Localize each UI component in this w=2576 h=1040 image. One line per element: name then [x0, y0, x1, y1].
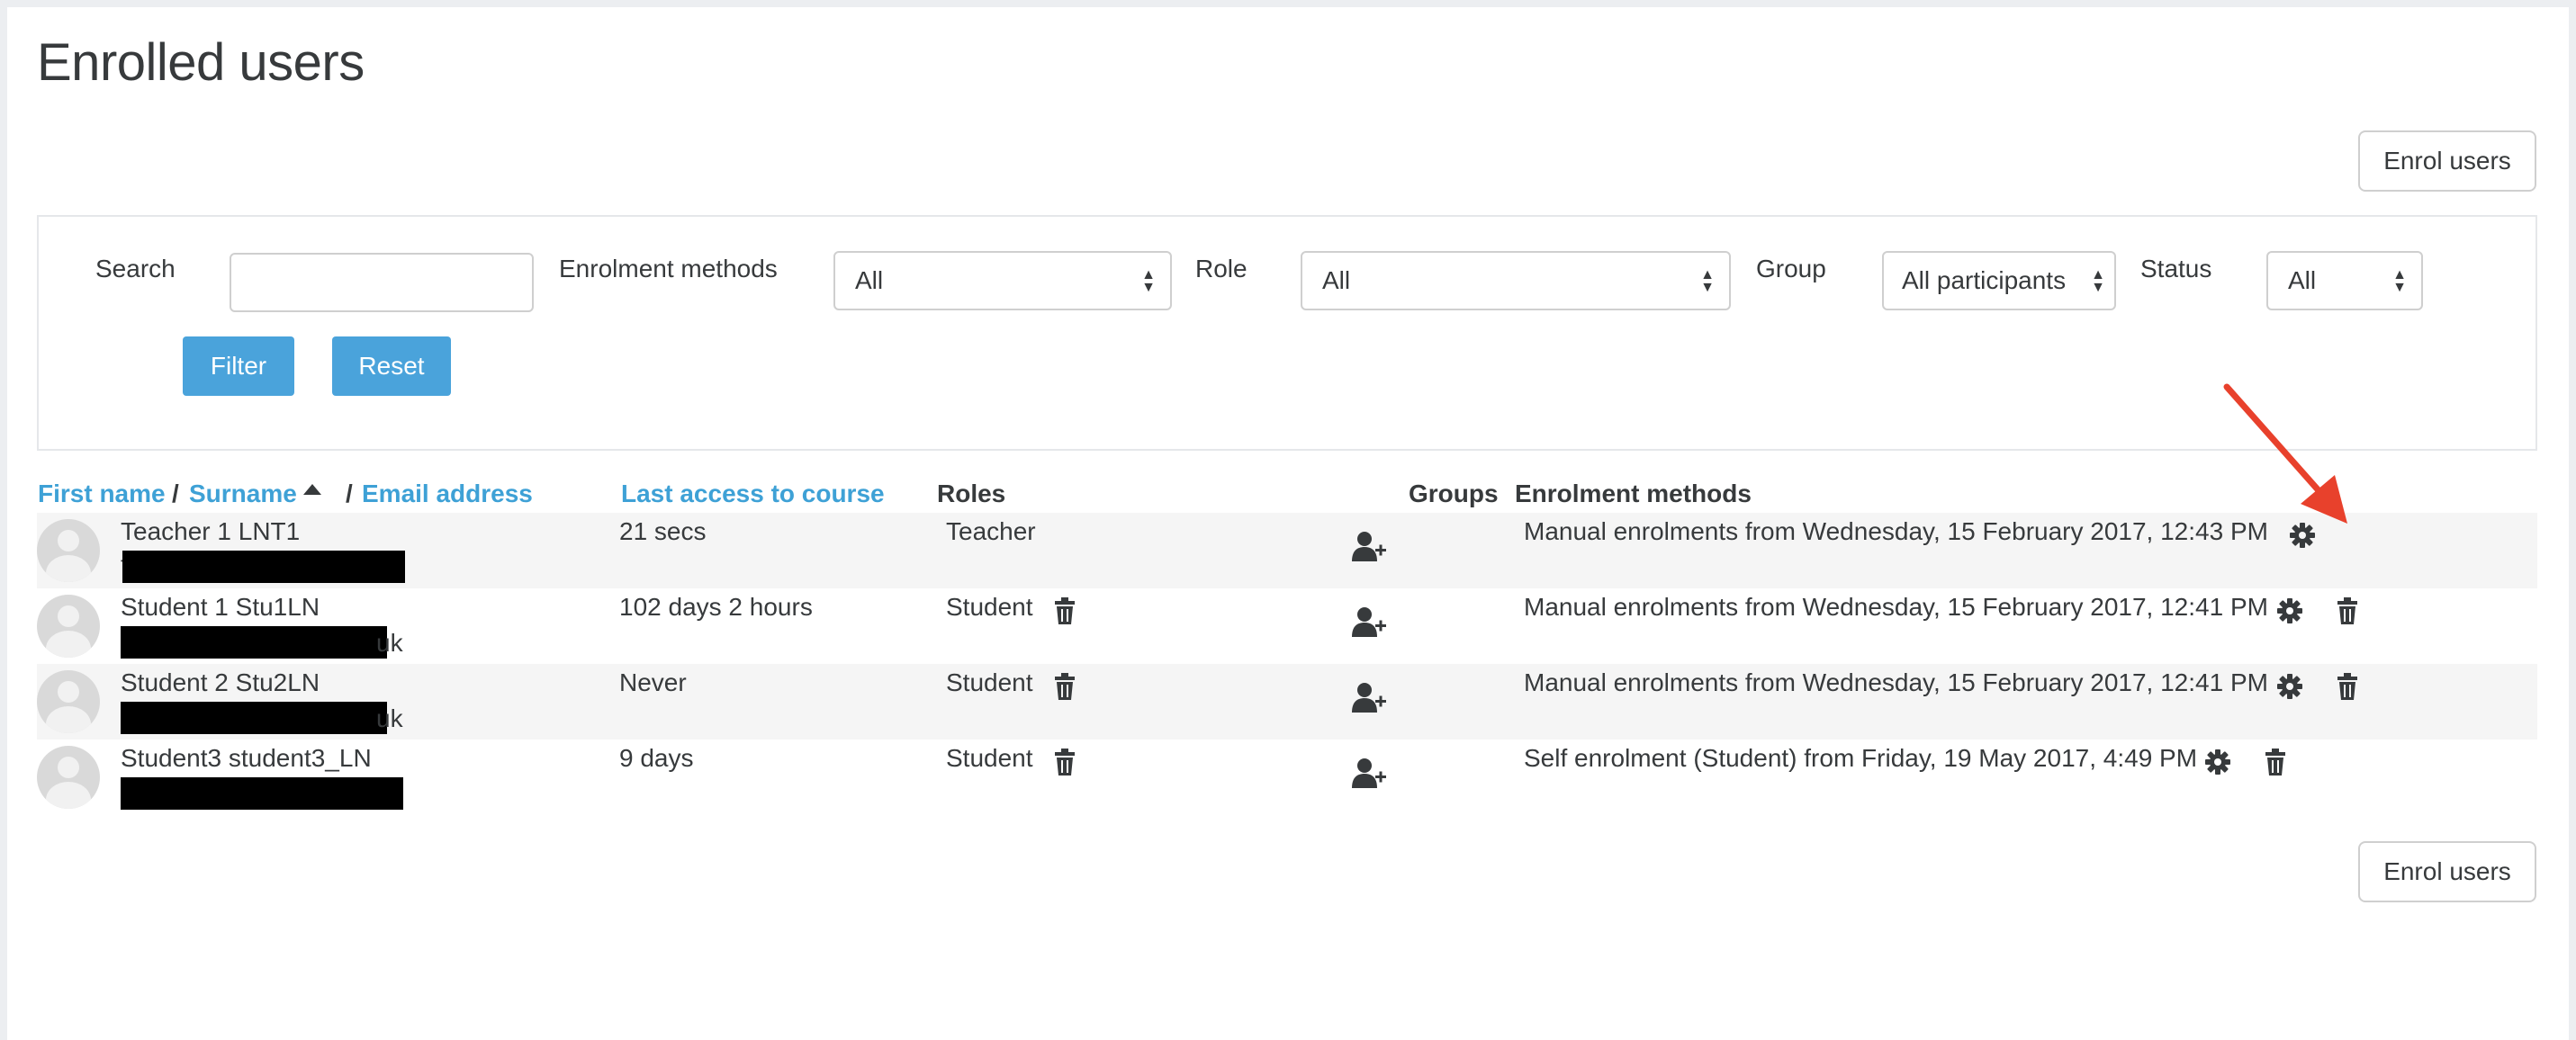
header-first-name[interactable]: First name — [38, 480, 166, 508]
trash-icon[interactable] — [1054, 597, 1076, 624]
user-role: Student — [946, 744, 1033, 772]
enrolment-method: Manual enrolments from Wednesday, 15 Feb… — [1524, 593, 2268, 621]
redacted-email — [121, 626, 387, 659]
gear-icon[interactable] — [2276, 673, 2303, 700]
add-user-icon[interactable] — [1352, 682, 1386, 713]
user-name[interactable]: Student3 student3_LN — [121, 744, 372, 773]
header-separator: / — [172, 480, 179, 507]
user-email-fragment: uk — [376, 629, 403, 657]
status-select-value: All — [2288, 266, 2317, 294]
sort-ascending-icon — [303, 484, 321, 495]
enrol-users-button-bottom[interactable]: Enrol users — [2358, 841, 2536, 902]
redacted-email — [121, 702, 387, 734]
enrolment-method: Self enrolment (Student) from Friday, 19… — [1524, 744, 2198, 772]
add-user-icon[interactable] — [1352, 606, 1386, 637]
table-row: Student 1 Stu1LN uk 102 days 2 hours Stu… — [37, 588, 2537, 664]
header-email-address[interactable]: Email address — [362, 480, 533, 508]
enrol-users-button-top[interactable]: Enrol users — [2358, 130, 2536, 192]
window-frame-right — [2569, 0, 2576, 1040]
annotation-arrow-icon — [2223, 383, 2347, 524]
gear-icon[interactable] — [2276, 597, 2303, 624]
trash-icon[interactable] — [2337, 673, 2358, 700]
last-access: 102 days 2 hours — [619, 593, 813, 621]
group-select[interactable]: All participants ▲ ▼ — [1882, 251, 2116, 310]
enrolment-method: Manual enrolments from Wednesday, 15 Feb… — [1524, 668, 2268, 696]
group-label: Group — [1756, 255, 1826, 282]
select-arrows-icon: ▲ ▼ — [2091, 267, 2105, 295]
window-frame-left — [0, 0, 7, 1040]
select-arrows-icon: ▲ ▼ — [2392, 267, 2407, 295]
enrolment-methods-select[interactable]: All ▲ ▼ — [833, 251, 1172, 310]
avatar-placeholder-icon — [37, 595, 100, 658]
select-arrows-icon: ▲ ▼ — [1700, 267, 1715, 295]
table-row: Student3 student3_LN 9 days Student Self… — [37, 740, 2537, 815]
enrolment-methods-label: Enrolment methods — [559, 255, 778, 282]
user-role: Teacher — [946, 517, 1036, 545]
last-access: Never — [619, 668, 687, 696]
enrolment-methods-select-value: All — [855, 266, 884, 294]
role-select[interactable]: All ▲ ▼ — [1301, 251, 1731, 310]
page-title: Enrolled users — [37, 33, 365, 92]
add-user-icon[interactable] — [1352, 531, 1386, 561]
enrolment-method: Manual enrolments from Wednesday, 15 Feb… — [1524, 517, 2268, 545]
trash-icon[interactable] — [2337, 597, 2358, 624]
redacted-email — [121, 777, 403, 810]
user-name[interactable]: Teacher 1 LNT1 — [121, 517, 300, 546]
search-input[interactable] — [230, 253, 534, 312]
user-name[interactable]: Student 1 Stu1LN — [121, 593, 320, 622]
trash-icon[interactable] — [1054, 749, 1076, 776]
reset-button[interactable]: Reset — [332, 336, 451, 396]
user-role: Student — [946, 593, 1033, 621]
user-name[interactable]: Student 2 Stu2LN — [121, 668, 320, 697]
role-select-value: All — [1322, 266, 1351, 294]
trash-icon[interactable] — [2265, 749, 2286, 776]
filter-panel: Search Enrolment methods All ▲ ▼ Role All… — [37, 215, 2537, 451]
trash-icon[interactable] — [1054, 673, 1076, 700]
gear-icon[interactable] — [2204, 749, 2231, 776]
group-select-value: All participants — [1902, 266, 2067, 294]
add-user-icon[interactable] — [1352, 758, 1386, 788]
header-roles: Roles — [937, 480, 1006, 507]
last-access: 21 secs — [619, 517, 707, 545]
header-last-access[interactable]: Last access to course — [621, 480, 885, 508]
header-separator: / — [346, 480, 353, 507]
user-role: Student — [946, 668, 1033, 696]
table-row: Teacher 1 LNT1 t 21 secs Teacher Manual … — [37, 513, 2537, 588]
user-email-fragment: uk — [376, 704, 403, 732]
header-groups: Groups — [1409, 480, 1499, 507]
avatar-placeholder-icon — [37, 670, 100, 733]
avatar-placeholder-icon — [37, 746, 100, 809]
redacted-email — [122, 551, 405, 583]
last-access: 9 days — [619, 744, 694, 772]
avatar-placeholder-icon — [37, 519, 100, 582]
role-label: Role — [1195, 255, 1247, 282]
select-arrows-icon: ▲ ▼ — [1141, 267, 1156, 295]
status-label: Status — [2140, 255, 2212, 282]
filter-button[interactable]: Filter — [183, 336, 294, 396]
window-frame-top — [0, 0, 2576, 7]
header-surname[interactable]: Surname — [189, 480, 297, 508]
header-enrolment-methods: Enrolment methods — [1515, 480, 1752, 507]
search-label: Search — [95, 255, 176, 282]
status-select[interactable]: All ▲ ▼ — [2266, 251, 2423, 310]
table-row: Student 2 Stu2LN uk Never Student Manual… — [37, 664, 2537, 740]
